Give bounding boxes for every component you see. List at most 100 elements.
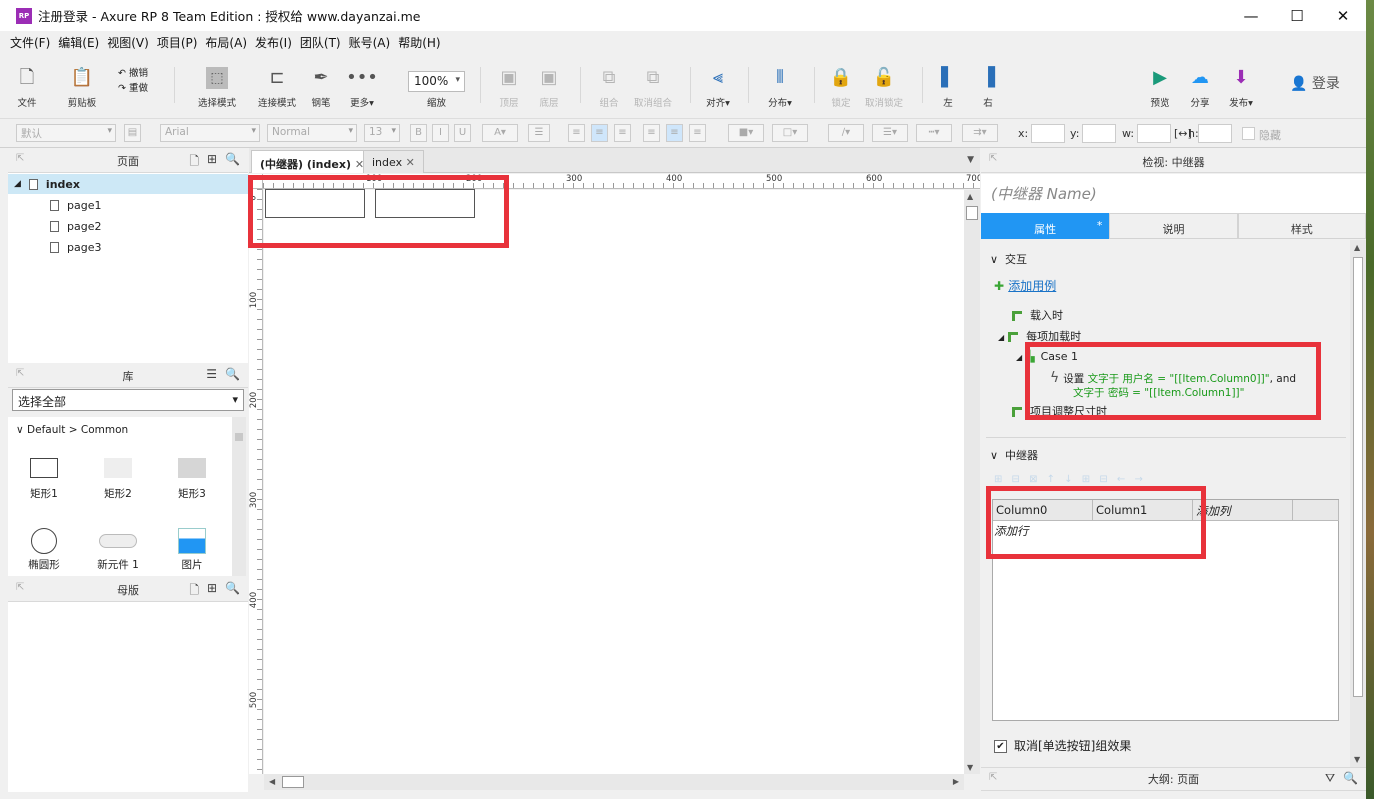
collapse-triangle-icon[interactable]: ◢ <box>1016 353 1022 362</box>
login-button[interactable]: 👤 登录 <box>1290 73 1340 93</box>
valign-top-icon[interactable]: ≡ <box>643 124 660 142</box>
tab-notes[interactable]: 说明 <box>1109 213 1238 239</box>
widget-name-input[interactable]: (中继器 Name) <box>991 183 1097 204</box>
bold-icon[interactable]: B <box>410 124 427 142</box>
italic-icon[interactable]: I <box>432 124 449 142</box>
dock-icon[interactable]: ⇱ <box>989 772 997 783</box>
add-case-link[interactable]: ✚ 添加用例 <box>994 277 1056 294</box>
align-text-right-icon[interactable]: ≡ <box>614 124 631 142</box>
line-color-icon[interactable]: ∕▾ <box>828 124 864 142</box>
scroll-down-icon[interactable]: ▼ <box>967 763 973 772</box>
inspector-scrollbar[interactable]: ▲ ▼ <box>1350 240 1366 767</box>
send-to-bottom-button[interactable]: ▣ 底层 <box>534 53 564 119</box>
left-button[interactable]: ▌ 左 <box>934 53 962 119</box>
x-input[interactable] <box>1031 124 1065 143</box>
cancel-radio-group-option[interactable]: ✔ 取消[单选按钮]组效果 <box>994 737 1131 754</box>
right-button[interactable]: ▐ 右 <box>974 53 1002 119</box>
close-icon[interactable]: ✕ <box>406 156 415 169</box>
menu-edit[interactable]: 编辑(E) <box>54 34 103 51</box>
scroll-thumb[interactable] <box>235 433 243 441</box>
add-folder-icon[interactable]: ⊞ <box>207 581 217 602</box>
arrow-style-icon[interactable]: ⇉▾ <box>962 124 998 142</box>
maximize-button[interactable]: ☐ <box>1274 0 1320 31</box>
lock-button[interactable]: 🔒 锁定 <box>826 53 856 119</box>
tab-properties[interactable]: 属性 * <box>981 213 1110 239</box>
menu-team[interactable]: 团队(T) <box>296 34 345 51</box>
share-button[interactable]: ☁ 分享 <box>1186 53 1214 119</box>
menu-account[interactable]: 账号(A) <box>345 34 395 51</box>
canvas-vertical-scrollbar[interactable]: ▲ ▼ <box>964 190 980 774</box>
line-style-icon[interactable]: ┅▾ <box>916 124 952 142</box>
library-select[interactable]: 选择全部 <box>12 389 244 411</box>
search-icon[interactable]: 🔍 <box>225 581 240 602</box>
font-size-select[interactable]: 13 <box>364 124 400 142</box>
format-painter-icon[interactable]: ▤ <box>124 124 141 142</box>
minimize-button[interactable]: — <box>1228 0 1274 31</box>
menu-project[interactable]: 项目(P) <box>153 34 202 51</box>
page-tree-index[interactable]: ◢ index <box>8 174 248 194</box>
align-text-center-icon[interactable]: ≡ <box>591 124 608 142</box>
collapse-triangle-icon[interactable]: ◢ <box>998 333 1004 342</box>
h-input[interactable] <box>1198 124 1232 143</box>
publish-button[interactable]: ⬇ 发布▾ <box>1226 53 1256 119</box>
repeater-section-header[interactable]: ∨ 中继器 <box>990 447 1038 463</box>
menu-icon[interactable]: ☰ <box>206 367 217 381</box>
fill-color-icon[interactable]: ■▾ <box>728 124 764 142</box>
dock-icon[interactable]: ⇱ <box>16 582 24 593</box>
valign-bottom-icon[interactable]: ≡ <box>689 124 706 142</box>
repeater-grid-toolbar[interactable]: ⊞ ⊟ ⊠ ↑ ↓ ⊞ ⊟ ← → <box>994 474 1146 485</box>
tab-repeater-index[interactable]: (中继器) (index) ✕ <box>251 150 374 173</box>
scroll-up-icon[interactable]: ▲ <box>967 192 973 201</box>
design-canvas[interactable] <box>264 189 964 774</box>
scroll-thumb[interactable] <box>966 206 978 220</box>
bullet-list-icon[interactable]: ☰ <box>528 124 550 142</box>
more-button[interactable]: ••• 更多▾ <box>344 53 380 119</box>
widget-image[interactable]: 图片 <box>164 528 220 572</box>
tab-index[interactable]: index ✕ <box>363 150 424 173</box>
library-scrollbar[interactable] <box>232 417 246 576</box>
bring-to-top-button[interactable]: ▣ 顶层 <box>494 53 524 119</box>
library-category[interactable]: ∨ Default > Common <box>16 424 128 436</box>
checkbox-checked-icon[interactable]: ✔ <box>994 740 1007 753</box>
add-folder-icon[interactable]: ⊞ <box>207 152 217 173</box>
line-width-icon[interactable]: ☰▾ <box>872 124 908 142</box>
add-column-cell[interactable]: 添加列 <box>1193 500 1293 521</box>
filter-icon[interactable]: ⛛ <box>1325 771 1335 786</box>
connect-mode-button[interactable]: ⊏ 连接模式 <box>256 53 298 119</box>
tab-style[interactable]: 样式 <box>1237 213 1366 239</box>
font-weight-select[interactable]: Normal <box>267 124 357 142</box>
clipboard-button[interactable]: 📋 剪贴板 <box>62 53 102 119</box>
unlock-button[interactable]: 🔓 取消锁定 <box>862 53 906 119</box>
close-button[interactable]: ✕ <box>1320 0 1366 31</box>
select-mode-button[interactable]: ⬚ 选择模式 <box>186 53 248 119</box>
style-select[interactable]: 默认 <box>16 124 116 142</box>
hide-checkbox[interactable] <box>1242 127 1255 140</box>
page-tree-item[interactable]: page3 <box>50 237 101 257</box>
align-text-left-icon[interactable]: ≡ <box>568 124 585 142</box>
menu-publish[interactable]: 发布(I) <box>251 34 296 51</box>
distribute-button[interactable]: ⫴ 分布▾ <box>762 53 798 119</box>
pen-button[interactable]: ✒ 钢笔 <box>306 53 336 119</box>
align-button[interactable]: ⫷ 对齐▾ <box>702 53 734 119</box>
widget-rectangle-1[interactable]: 矩形1 <box>16 456 72 501</box>
widget-ellipse[interactable]: 椭圆形 <box>16 528 72 572</box>
ungroup-button[interactable]: ⧉ 取消组合 <box>632 53 674 119</box>
underline-icon[interactable]: U <box>454 124 471 142</box>
search-icon[interactable]: 🔍 <box>1343 771 1358 786</box>
scroll-down-icon[interactable]: ▼ <box>1354 755 1360 764</box>
scroll-up-icon[interactable]: ▲ <box>1354 243 1360 252</box>
scroll-thumb[interactable] <box>282 776 304 788</box>
menu-view[interactable]: 视图(V) <box>103 34 153 51</box>
dock-icon[interactable]: ⇱ <box>989 153 997 164</box>
group-button[interactable]: ⧉ 组合 <box>594 53 624 119</box>
font-color-icon[interactable]: A▾ <box>482 124 518 142</box>
menu-arrange[interactable]: 布局(A) <box>201 34 251 51</box>
menu-help[interactable]: 帮助(H) <box>394 34 444 51</box>
widget-new-1[interactable]: 新元件 1 <box>90 528 146 572</box>
y-input[interactable] <box>1082 124 1116 143</box>
add-page-icon[interactable]: 🗋 <box>189 152 199 173</box>
dock-icon[interactable]: ⇱ <box>16 368 24 379</box>
shadow-icon[interactable]: □▾ <box>772 124 808 142</box>
undo-button[interactable]: ↶ 撤销 <box>118 65 148 79</box>
scroll-thumb[interactable] <box>1353 257 1363 697</box>
